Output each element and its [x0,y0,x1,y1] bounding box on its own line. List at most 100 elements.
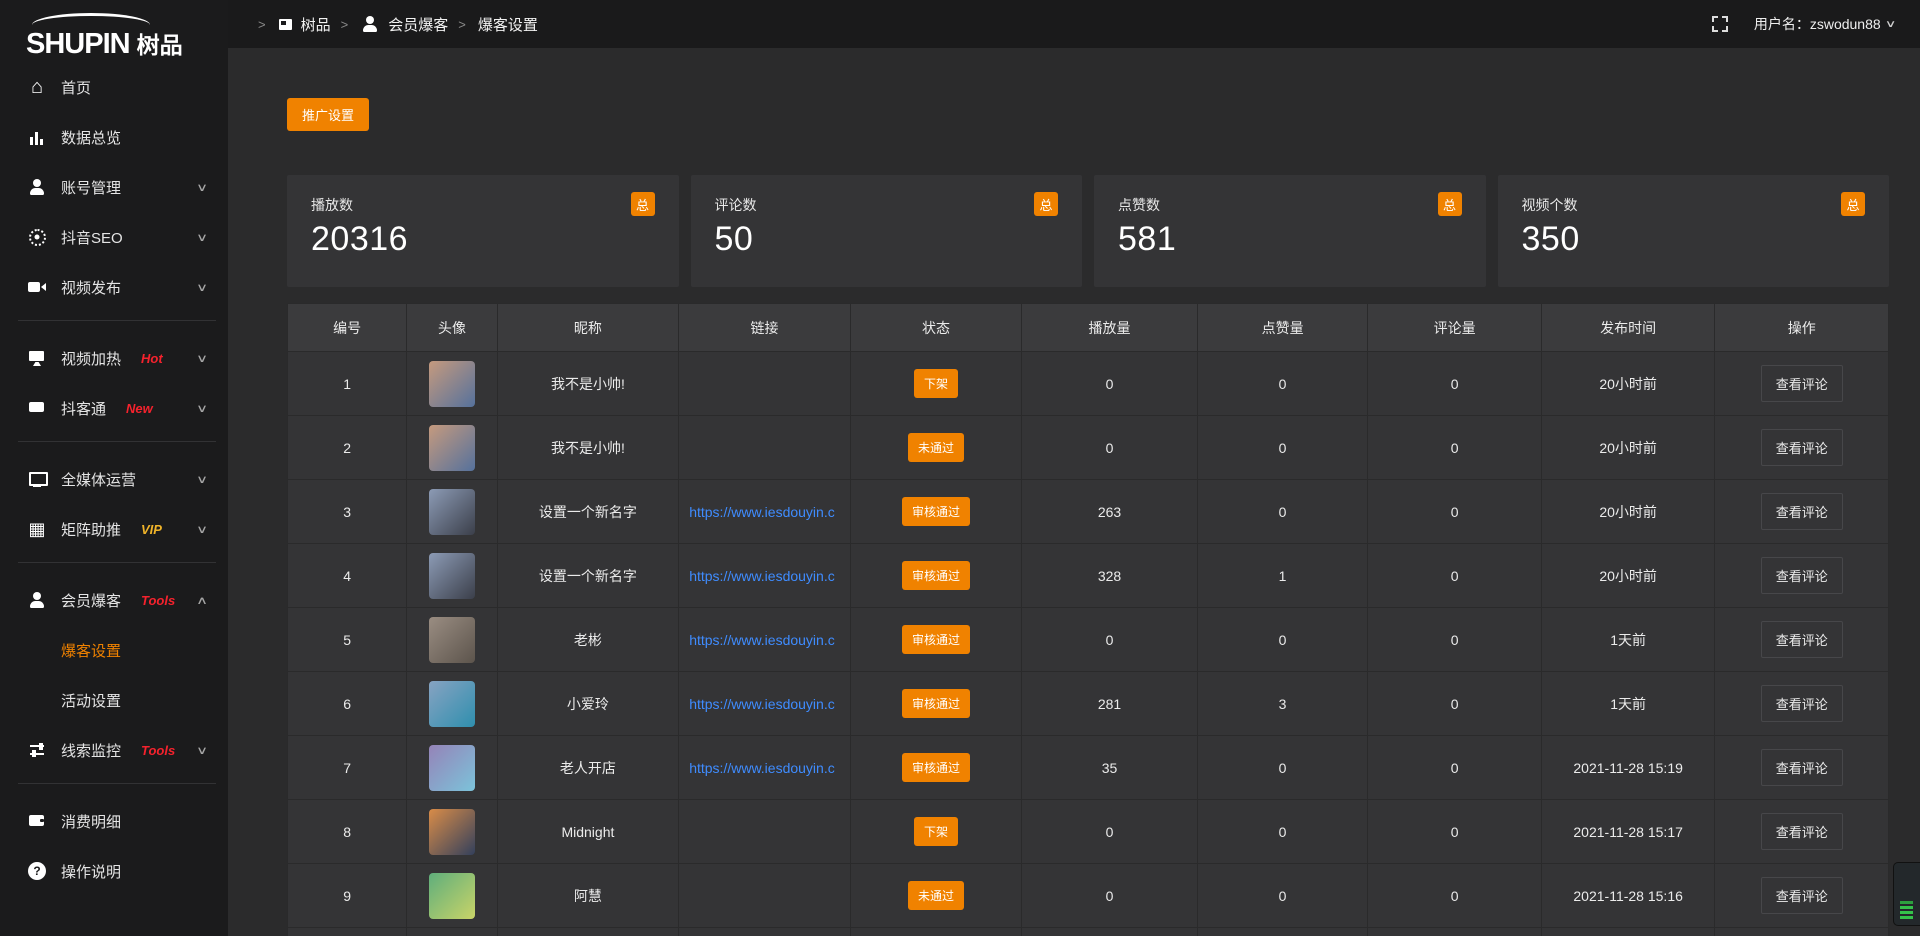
cell-link: https://www.iesdouyin.c [679,672,851,736]
chevron-icon: ∨ [196,352,208,365]
view-comments-button[interactable]: 查看评论 [1761,813,1843,850]
column-header: 操作 [1715,304,1889,352]
cell-time: 2021-11-28 15:19 [1541,736,1715,800]
cell-action: 查看评论 [1715,736,1889,800]
column-header: 编号 [288,304,407,352]
sidebar-item[interactable]: 首页 [0,62,228,112]
cell-plays: 0 [1022,800,1198,864]
status-badge[interactable]: 下架 [914,817,958,846]
help-icon [27,861,47,881]
status-badge[interactable]: 审核通过 [902,561,970,590]
cell-action: 查看评论 [1715,544,1889,608]
sidebar-item[interactable]: 线索监控 Tools ∨ [0,725,228,775]
sidebar-item[interactable]: 操作说明 [0,846,228,896]
table-row: 5 老彬 https://www.iesdouyin.c 审核通过 [288,608,1889,672]
view-comments-button[interactable]: 查看评论 [1761,749,1843,786]
view-comments-button[interactable]: 查看评论 [1761,877,1843,914]
video-link[interactable]: https://www.iesdouyin.c [689,760,835,776]
sidebar-item[interactable]: 消费明细 [0,796,228,846]
cell-comments: 0 [1368,800,1542,864]
video-link[interactable]: https://www.iesdouyin.c [689,504,835,520]
cell-avatar [407,928,497,936]
avatar [429,873,475,919]
cell-likes: 0 [1197,480,1368,544]
status-badge[interactable]: 审核通过 [902,753,970,782]
total-badge: 总 [631,192,655,216]
status-badge[interactable]: 下架 [914,369,958,398]
user-icon [27,590,47,610]
sidebar-item[interactable]: 数据总览 [0,112,228,162]
sidebar-item[interactable]: 矩阵助推 VIP ∨ [0,504,228,554]
view-comments-button[interactable]: 查看评论 [1761,429,1843,466]
view-comments-button[interactable]: 查看评论 [1761,557,1843,594]
sidebar-item-badge: VIP [141,522,162,537]
avatar [429,809,475,855]
cell-action: 查看评论 [1715,864,1889,928]
sidebar-item[interactable]: 视频加热 Hot ∨ [0,333,228,383]
sidebar-item[interactable]: 抖音SEO ∨ [0,212,228,262]
grid-icon [27,519,47,539]
cell-action: 查看评论 [1715,416,1889,480]
view-comments-button[interactable]: 查看评论 [1761,621,1843,658]
cell-nickname: 我不是小帅! [497,352,679,416]
cell-likes: 1 [1197,544,1368,608]
view-comments-button[interactable]: 查看评论 [1761,493,1843,530]
promo-settings-button[interactable]: 推广设置 [287,98,369,131]
cell-likes: 3 [1197,672,1368,736]
view-comments-button[interactable]: 查看评论 [1761,685,1843,722]
sidebar-item-badge: Hot [141,351,163,366]
cell-comments: 0 [1368,480,1542,544]
breadcrumb-item[interactable]: > 会员爆客 [341,14,449,35]
table-row: 1 我不是小帅! 下架 0 0 [288,352,1889,416]
page-content: 推广设置 播放数 总 20316 评论数 总 50 [228,48,1920,936]
status-badge[interactable]: 审核通过 [902,625,970,654]
cell-comments: 0 [1368,544,1542,608]
cell-avatar [407,544,497,608]
status-badge[interactable]: 未通过 [908,881,964,910]
avatar [429,553,475,599]
sidebar-item[interactable]: 会员爆客 Tools ∧ [0,575,228,625]
cell-likes: 0 [1197,800,1368,864]
app-logo[interactable]: SHUPIN 树品 [0,0,228,62]
column-header: 链接 [679,304,851,352]
floating-widget[interactable] [1893,862,1920,926]
cell-link: https://www.iesdouyin.c [679,480,851,544]
breadcrumb-item[interactable]: > 爆客设置 [458,14,538,35]
status-badge[interactable]: 审核通过 [902,689,970,718]
username-label: 用户名：zswodun88 [1754,14,1881,34]
cell-plays: 0 [1022,416,1198,480]
view-comments-button[interactable]: 查看评论 [1761,365,1843,402]
sidebar-item[interactable]: 爆客设置 [0,625,228,675]
status-badge[interactable]: 审核通过 [902,497,970,526]
fullscreen-icon[interactable] [1712,16,1728,32]
video-table: 编号 头像 昵称 链接 状态 播放量 点赞量 [287,303,1889,936]
avatar [429,489,475,535]
video-link[interactable]: https://www.iesdouyin.c [689,632,835,648]
sidebar-nav: 首页 数据总览 账号管理 ∨ 抖音S [0,62,228,896]
cell-action: 查看评论 [1715,608,1889,672]
video-link[interactable]: https://www.iesdouyin.c [689,568,835,584]
sidebar-item-badge: New [126,401,153,416]
sidebar-item[interactable]: 活动设置 [0,675,228,725]
breadcrumb-item[interactable]: > 树品 [258,14,331,35]
cell-comments: 0 [1368,416,1542,480]
home-icon [27,77,47,97]
app-icon [278,17,293,32]
chevron-icon: ∨ [196,281,208,294]
cell-comments [1368,928,1542,936]
stat-card: 播放数 总 20316 [287,175,679,287]
cell-avatar [407,608,497,672]
status-badge[interactable]: 未通过 [908,433,964,462]
camera-icon [27,277,47,297]
total-badge: 总 [1034,192,1058,216]
logo-latin-text: SHUPIN [26,30,130,59]
user-menu[interactable]: 用户名：zswodun88 ∨ [1754,14,1894,34]
stat-label: 评论数 [715,192,757,215]
sidebar-item[interactable]: 视频发布 ∨ [0,262,228,312]
breadcrumb-label: 会员爆客 [388,14,448,35]
sidebar-item[interactable]: 抖客通 New ∨ [0,383,228,433]
sidebar-item[interactable]: 账号管理 ∨ [0,162,228,212]
table-row: 7 老人开店 https://www.iesdouyin.c 审核通过 [288,736,1889,800]
sidebar-item[interactable]: 全媒体运营 ∨ [0,454,228,504]
video-link[interactable]: https://www.iesdouyin.c [689,696,835,712]
